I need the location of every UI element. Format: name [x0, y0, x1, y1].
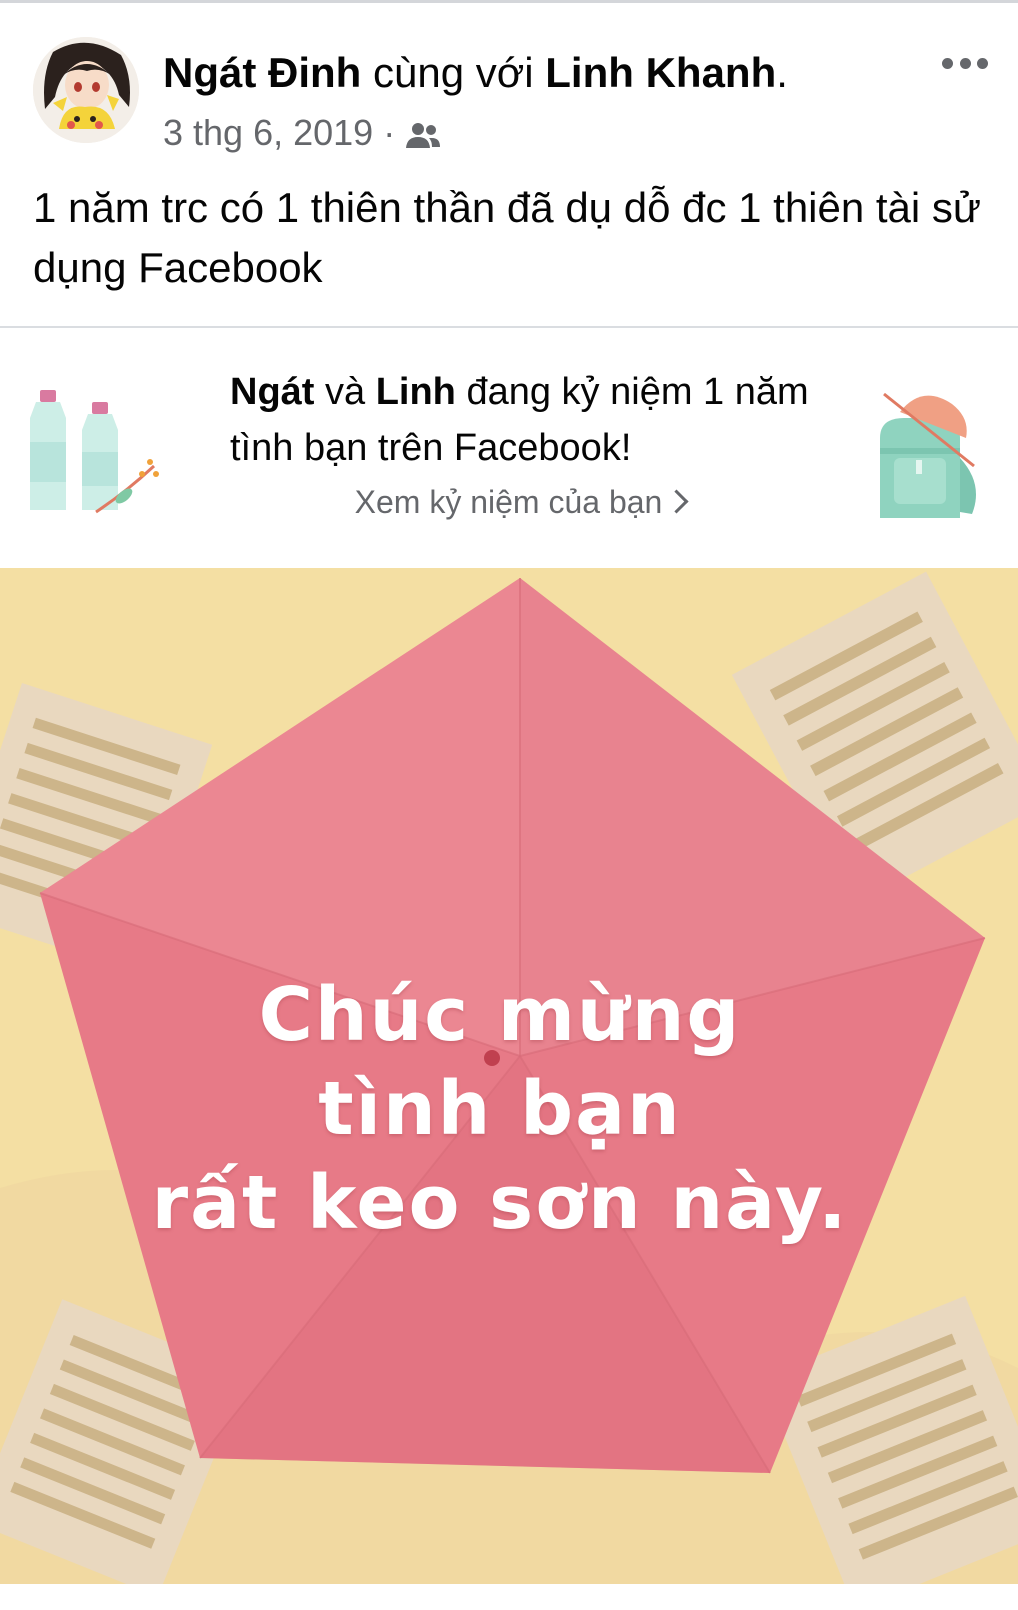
memory-caption: Chúc mừng tình bạn rất keo sơn này. [120, 968, 880, 1250]
avatar[interactable] [33, 37, 139, 143]
see-memories-link[interactable]: Xem kỷ niệm của bạn [230, 482, 810, 522]
joiner: và [314, 371, 376, 413]
friend-name-2: Linh [375, 371, 456, 413]
friend-name-1: Ngát [230, 371, 315, 413]
friends-icon[interactable] [405, 118, 441, 148]
caption-line-2: tình bạn [318, 1066, 682, 1152]
more-dots-icon [942, 57, 953, 69]
more-options-button[interactable] [942, 52, 988, 74]
memory-card[interactable]: Ngát và Linh đang kỷ niệm 1 năm tình bạn… [0, 326, 1018, 1584]
memory-card-header: Ngát và Linh đang kỷ niệm 1 năm tình bạn… [0, 328, 1018, 566]
post-meta: 3 thg 6, 2019 · [163, 112, 441, 154]
post-date[interactable]: 3 thg 6, 2019 [163, 112, 373, 154]
backpack-icon [860, 388, 990, 528]
caption-line-1: Chúc mừng [258, 972, 742, 1058]
caption-line-3: rất keo sơn này. [151, 1160, 849, 1246]
author-name[interactable]: Ngát Đinh [163, 49, 361, 96]
chevron-right-icon [664, 489, 689, 514]
water-bottles-icon [26, 382, 166, 522]
more-dots-icon [959, 57, 971, 69]
post-text: 1 năm trc có 1 thiên thần đã dụ dỗ đc 1 … [33, 184, 982, 291]
with-text: cùng với [361, 49, 546, 96]
see-memories-label: Xem kỷ niệm của bạn [354, 484, 663, 520]
tagged-name[interactable]: Linh Khanh [545, 49, 776, 96]
top-divider [0, 0, 1018, 3]
memory-image[interactable]: Chúc mừng tình bạn rất keo sơn này. [0, 568, 1018, 1584]
memory-card-title: Ngát và Linh đang kỷ niệm 1 năm tình bạn… [230, 364, 810, 476]
meta-separator: · [383, 112, 396, 153]
more-dots-icon [977, 57, 988, 69]
tagged-suffix: . [776, 49, 788, 96]
post-author-line: Ngát Đinh cùng với Linh Khanh. [163, 48, 788, 98]
